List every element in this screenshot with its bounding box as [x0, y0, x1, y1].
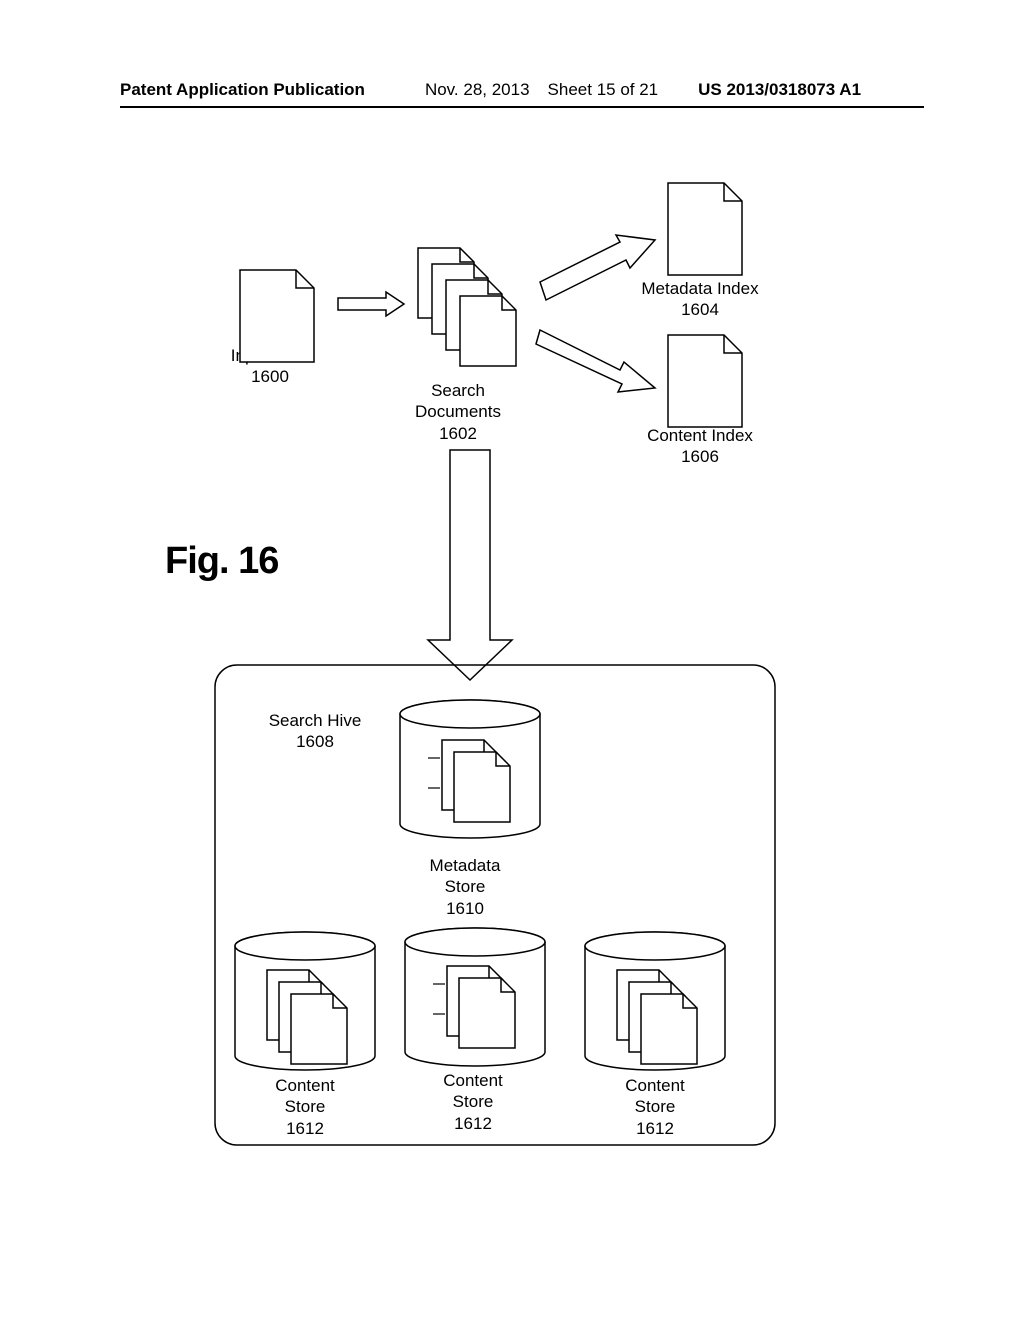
sheet-number: Sheet 15 of 21: [548, 80, 659, 100]
label-content-store-2: ContentStore1612: [418, 1070, 528, 1134]
label-content-store-1: ContentStore1612: [250, 1075, 360, 1139]
label-metadata-index: Metadata Index1604: [625, 278, 775, 321]
figure-label: Fig. 16: [165, 540, 278, 583]
label-input-data: Input Data1600: [210, 345, 330, 388]
label-search-documents: SearchDocuments1602: [398, 380, 518, 444]
content-store-2-cylinder: [405, 928, 545, 1066]
metadata-index-icon: [668, 183, 742, 275]
page-header: Patent Application Publication Nov. 28, …: [120, 80, 924, 108]
label-content-store-3: ContentStore1612: [600, 1075, 710, 1139]
label-search-hive: Search Hive1608: [250, 710, 380, 753]
content-store-1-cylinder: [235, 932, 375, 1070]
arrow-to-content-index: [536, 330, 655, 392]
label-content-index: Content Index1606: [625, 425, 775, 468]
arrow-down-to-hive: [428, 450, 512, 680]
label-metadata-store: MetadataStore1610: [410, 855, 520, 919]
publication-number: US 2013/0318073 A1: [698, 80, 861, 100]
content-index-icon: [668, 335, 742, 427]
arrow-input-to-search: [338, 292, 404, 316]
publication-date: Nov. 28, 2013: [425, 80, 530, 100]
search-documents-icon: [418, 248, 516, 366]
content-store-3-cylinder: [585, 932, 725, 1070]
publication-type: Patent Application Publication: [120, 80, 365, 100]
metadata-store-cylinder: [400, 700, 540, 838]
